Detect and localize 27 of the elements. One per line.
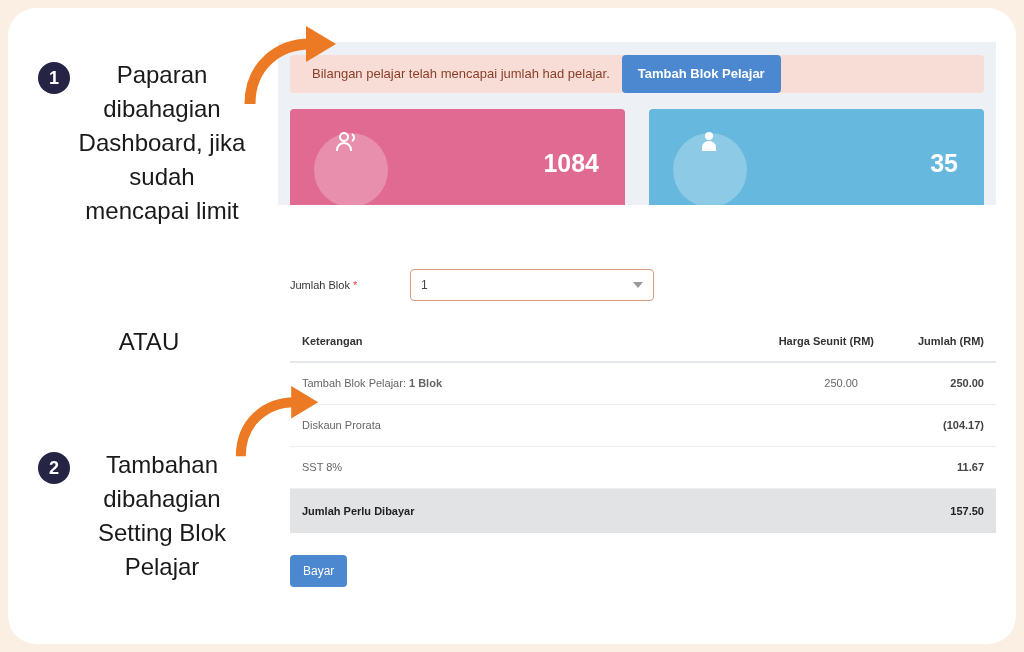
step-number: 2 — [38, 452, 70, 484]
table-cell-text: Diskaun Prorata — [302, 418, 382, 434]
person-icon — [699, 131, 719, 151]
alert-message: Bilangan pelajar telah mencapai jumlah had pelajar. — [312, 65, 610, 84]
table-cell-text: 250.00 — [823, 376, 859, 392]
separator-label: ATAU — [117, 327, 181, 357]
stat-value: 1084 — [543, 148, 599, 179]
table-cell-text: Tambah Blok Pelajar: 1 Blok — [302, 376, 443, 392]
table-cell-text: 157.50 — [949, 503, 984, 519]
step-caption: Tambahan dibahagian Setting Blok Pelajar — [96, 450, 228, 582]
block-count-select[interactable]: 1 — [410, 269, 654, 301]
column-header: Keterangan — [302, 333, 364, 349]
required-mark: * — [352, 277, 358, 293]
stat-value: 35 — [930, 148, 958, 179]
table-cell-text: 250.00 — [949, 376, 984, 392]
table-cell-text: 11.67 — [956, 460, 984, 476]
step-caption: Paparan dibahagian Dashboard, jika sudah mencapai limit — [77, 60, 247, 226]
pay-button[interactable]: Bayar — [290, 555, 348, 587]
step-number: 1 — [38, 62, 70, 94]
column-header: Harga Seunit (RM) — [777, 333, 874, 349]
table-cell-text: Jumlah Perlu Dibayar — [302, 503, 416, 519]
caret-icon — [633, 282, 643, 288]
table-cell-text: SST 8% — [302, 460, 344, 476]
add-block-button[interactable]: Tambah Blok Pelajar — [621, 55, 781, 93]
column-header: Jumlah (RM) — [917, 333, 984, 349]
table-cell-text: (104.17) — [942, 418, 984, 434]
field-label: Jumlah Blok — [290, 277, 350, 293]
